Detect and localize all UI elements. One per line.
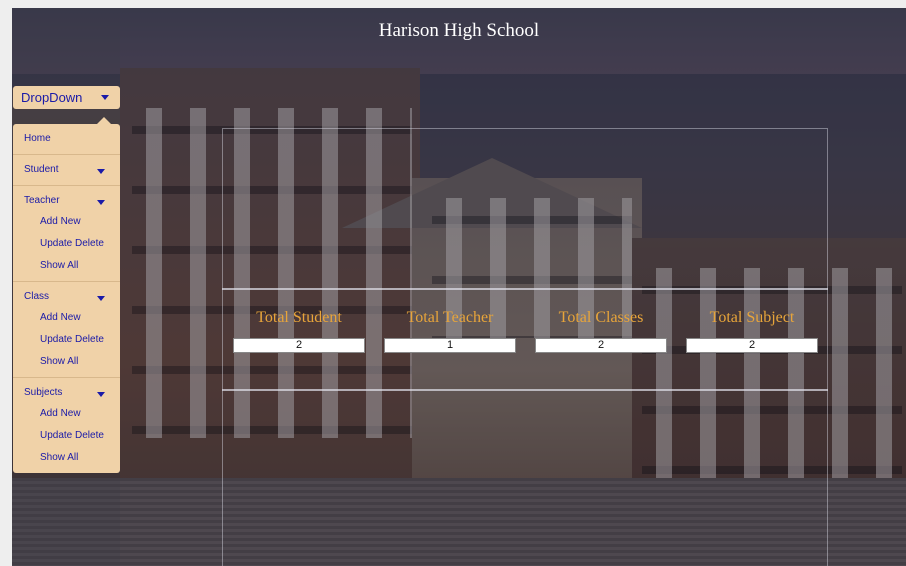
menu-pointer: [97, 117, 111, 124]
stat-label: Total Teacher: [406, 309, 494, 326]
caret-down-icon: [101, 95, 109, 100]
stat-total-teacher: Total Teacher 1: [384, 308, 516, 353]
dropdown-label: DropDown: [21, 90, 83, 105]
stat-value-field[interactable]: 1: [384, 338, 516, 353]
divider-top: [222, 288, 828, 290]
class-update-delete[interactable]: Update Delete: [40, 334, 104, 345]
menu-item-teacher[interactable]: Teacher: [13, 195, 120, 209]
stat-value-field[interactable]: 2: [535, 338, 667, 353]
caret-down-icon: [97, 392, 105, 397]
dropdown-button[interactable]: DropDown: [13, 86, 120, 109]
stat-value-field[interactable]: 2: [686, 338, 818, 353]
caret-down-icon: [97, 296, 105, 301]
caret-down-icon: [97, 169, 105, 174]
dropdown-menu: Home Student Teacher Add New Update Dele…: [13, 124, 120, 473]
stat-total-student: Total Student 2: [233, 308, 365, 353]
subjects-update-delete[interactable]: Update Delete: [40, 430, 104, 441]
menu-item-home[interactable]: Home: [13, 133, 120, 147]
page-title: Harison High School: [378, 20, 540, 41]
subjects-add-new[interactable]: Add New: [40, 408, 81, 419]
teacher-update-delete[interactable]: Update Delete: [40, 238, 104, 249]
stat-label: Total Classes: [558, 309, 644, 326]
subjects-show-all[interactable]: Show All: [40, 452, 78, 463]
teacher-add-new[interactable]: Add New: [40, 216, 81, 227]
teacher-show-all[interactable]: Show All: [40, 260, 78, 271]
stat-label: Total Subject: [709, 309, 795, 326]
divider-bottom: [222, 389, 828, 391]
stat-total-classes: Total Classes 2: [535, 308, 667, 353]
class-show-all[interactable]: Show All: [40, 356, 78, 367]
menu-item-student[interactable]: Student: [13, 164, 120, 178]
stat-total-subject: Total Subject 2: [686, 308, 818, 353]
caret-down-icon: [97, 200, 105, 205]
class-add-new[interactable]: Add New: [40, 312, 81, 323]
menu-item-subjects[interactable]: Subjects: [13, 387, 120, 401]
menu-item-class[interactable]: Class: [13, 291, 120, 305]
stat-label: Total Student: [256, 309, 342, 326]
stat-value-field[interactable]: 2: [233, 338, 365, 353]
